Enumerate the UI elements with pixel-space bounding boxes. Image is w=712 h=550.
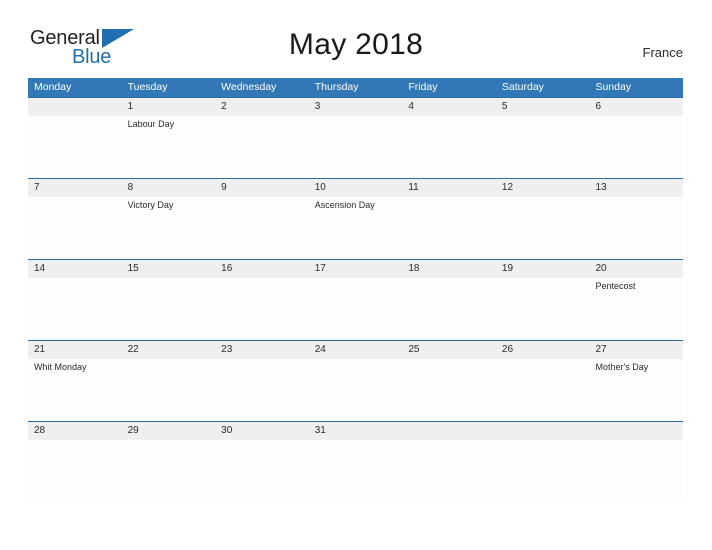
page-header: General Blue May 2018 France	[0, 0, 712, 76]
day-event	[215, 116, 309, 178]
week-date-band: 21 22 23 24 25 26 27	[28, 340, 683, 359]
day-number[interactable]: 4	[402, 98, 496, 116]
day-event	[496, 278, 590, 340]
day-event	[402, 359, 496, 421]
day-number[interactable]: 25	[402, 341, 496, 359]
day-number[interactable]: 20	[589, 260, 683, 278]
day-number[interactable]: 22	[122, 341, 216, 359]
weekday-header-row: Monday Tuesday Wednesday Thursday Friday…	[28, 78, 683, 97]
day-event	[28, 440, 122, 502]
day-number[interactable]: 12	[496, 179, 590, 197]
day-event	[215, 197, 309, 259]
day-number[interactable]: 16	[215, 260, 309, 278]
day-number[interactable]: 3	[309, 98, 403, 116]
week-event-band: Pentecost	[28, 278, 683, 340]
day-event	[309, 278, 403, 340]
day-event: Labour Day	[127, 119, 175, 129]
day-event	[402, 440, 496, 502]
day-event: Ascension Day	[314, 200, 375, 210]
weekday-header-thursday: Thursday	[314, 81, 359, 93]
day-event	[28, 116, 122, 178]
day-number[interactable]: 6	[589, 98, 683, 116]
day-event	[309, 116, 403, 178]
day-number[interactable]: 23	[215, 341, 309, 359]
day-event	[496, 359, 590, 421]
day-number[interactable]	[496, 422, 590, 440]
day-event	[496, 116, 590, 178]
week-date-band: 1 2 3 4 5 6	[28, 97, 683, 116]
day-event	[309, 359, 403, 421]
day-event	[589, 440, 683, 502]
weekday-header-wednesday: Wednesday	[221, 81, 277, 93]
day-number[interactable]: 29	[122, 422, 216, 440]
day-event	[496, 197, 590, 259]
day-number[interactable]: 1	[122, 98, 216, 116]
day-event	[122, 278, 216, 340]
week-event-band: Whit Monday Mother's Day	[28, 359, 683, 421]
day-event	[122, 359, 216, 421]
day-event	[402, 278, 496, 340]
day-event	[215, 440, 309, 502]
day-number[interactable]: 27	[589, 341, 683, 359]
day-number[interactable]: 8	[122, 179, 216, 197]
day-event: Victory Day	[127, 200, 174, 210]
day-number[interactable]: 11	[402, 179, 496, 197]
day-number[interactable]	[28, 98, 122, 116]
weekday-header-friday: Friday	[408, 81, 438, 93]
day-number[interactable]: 17	[309, 260, 403, 278]
page-title: May 2018	[288, 28, 424, 61]
day-number[interactable]: 28	[28, 422, 122, 440]
day-event: Pentecost	[595, 281, 636, 291]
country-label: France	[642, 45, 683, 60]
weekday-header-tuesday: Tuesday	[127, 81, 168, 93]
weekday-header-monday: Monday	[34, 81, 72, 93]
calendar-page: General Blue May 2018 France Monday Tues…	[0, 0, 712, 550]
day-number[interactable]: 9	[215, 179, 309, 197]
day-event	[589, 197, 683, 259]
day-event	[122, 440, 216, 502]
day-number[interactable]: 15	[122, 260, 216, 278]
week-date-band: 14 15 16 17 18 19 20	[28, 259, 683, 278]
day-number[interactable]: 13	[589, 179, 683, 197]
day-event	[28, 278, 122, 340]
weekday-header-sunday: Sunday	[595, 81, 632, 93]
day-event: Whit Monday	[34, 362, 87, 372]
week-event-band	[28, 440, 683, 502]
day-number[interactable]: 21	[28, 341, 122, 359]
week-row: 7 8 9 10 11 12 13 Victory Day Ascension …	[28, 178, 683, 259]
week-row: 28 29 30 31	[28, 421, 683, 502]
day-number[interactable]: 31	[309, 422, 403, 440]
day-number[interactable]: 30	[215, 422, 309, 440]
day-event	[215, 359, 309, 421]
day-number[interactable]: 7	[28, 179, 122, 197]
day-number[interactable]: 24	[309, 341, 403, 359]
day-number[interactable]: 19	[496, 260, 590, 278]
calendar-grid: Monday Tuesday Wednesday Thursday Friday…	[28, 78, 683, 502]
day-event	[402, 116, 496, 178]
week-row: 1 2 3 4 5 6 Labour Day	[28, 97, 683, 178]
day-event: Mother's Day	[595, 362, 649, 372]
day-number[interactable]: 14	[28, 260, 122, 278]
day-number[interactable]: 26	[496, 341, 590, 359]
week-event-band: Victory Day Ascension Day	[28, 197, 683, 259]
week-event-band: Labour Day	[28, 116, 683, 178]
day-number[interactable]	[402, 422, 496, 440]
day-event	[402, 197, 496, 259]
day-event	[589, 116, 683, 178]
week-row: 14 15 16 17 18 19 20 Pentecost	[28, 259, 683, 340]
day-event	[28, 197, 122, 259]
day-number[interactable]: 5	[496, 98, 590, 116]
day-event	[215, 278, 309, 340]
day-number[interactable]	[589, 422, 683, 440]
day-number[interactable]: 2	[215, 98, 309, 116]
week-date-band: 7 8 9 10 11 12 13	[28, 178, 683, 197]
week-date-band: 28 29 30 31	[28, 421, 683, 440]
day-number[interactable]: 10	[309, 179, 403, 197]
day-event	[309, 440, 403, 502]
day-number[interactable]: 18	[402, 260, 496, 278]
day-event	[496, 440, 590, 502]
week-row: 21 22 23 24 25 26 27 Whit Monday Mother'…	[28, 340, 683, 421]
weekday-header-saturday: Saturday	[501, 81, 544, 93]
